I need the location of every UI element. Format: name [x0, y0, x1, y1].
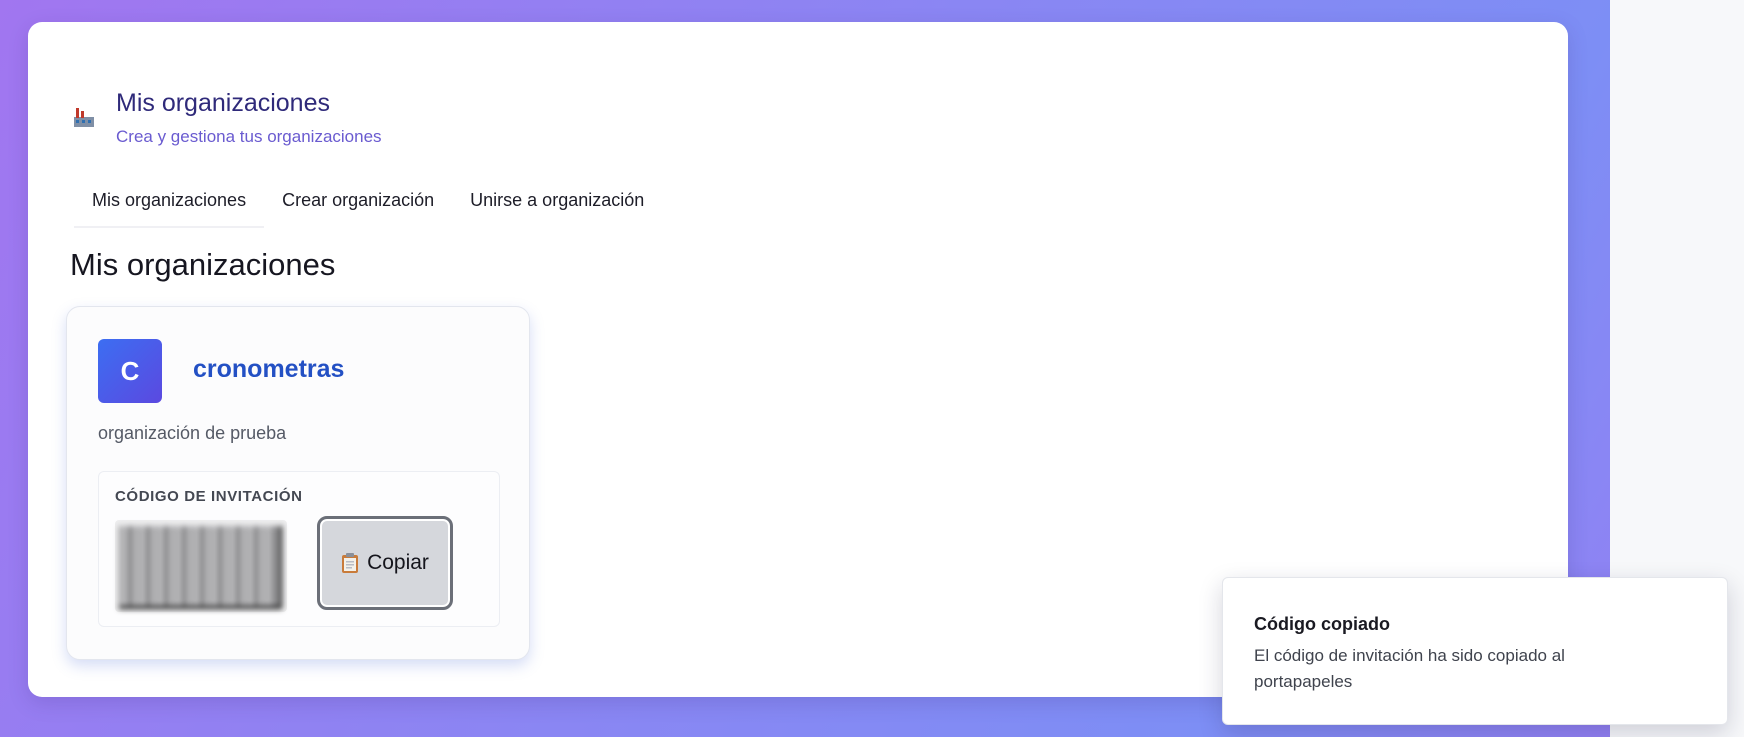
factory-icon: [74, 108, 94, 127]
invite-code-value: [115, 520, 287, 612]
tab-unirse-organizacion[interactable]: Unirse a organización: [452, 174, 662, 226]
copy-button[interactable]: Copiar: [317, 516, 453, 610]
toast-title: Código copiado: [1254, 614, 1390, 634]
page-title: Mis organizaciones: [116, 89, 330, 117]
avatar: C: [98, 339, 162, 403]
blurred-code-image: [119, 526, 282, 609]
tab-crear-organizacion[interactable]: Crear organización: [264, 174, 452, 226]
invite-code-label: CÓDIGO DE INVITACIÓN: [115, 488, 303, 505]
copy-button-label: Copiar: [367, 551, 429, 574]
invite-code-box: CÓDIGO DE INVITACIÓN Copiar: [98, 471, 500, 627]
clipboard-icon: [342, 553, 359, 573]
toast-message: El código de invitación ha sido copiado …: [1254, 646, 1565, 691]
organization-card[interactable]: C cronometras organización de prueba CÓD…: [66, 306, 530, 660]
tab-mis-organizaciones[interactable]: Mis organizaciones: [74, 174, 265, 228]
tab-bar: Mis organizaciones Crear organización Un…: [74, 174, 662, 230]
organization-description: organización de prueba: [98, 423, 287, 443]
organization-name[interactable]: cronometras: [193, 355, 344, 384]
section-title: Mis organizaciones: [70, 247, 336, 282]
page-subtitle: Crea y gestiona tus organizaciones: [116, 127, 382, 146]
toast-notification[interactable]: Código copiado El código de invitación h…: [1222, 577, 1728, 725]
